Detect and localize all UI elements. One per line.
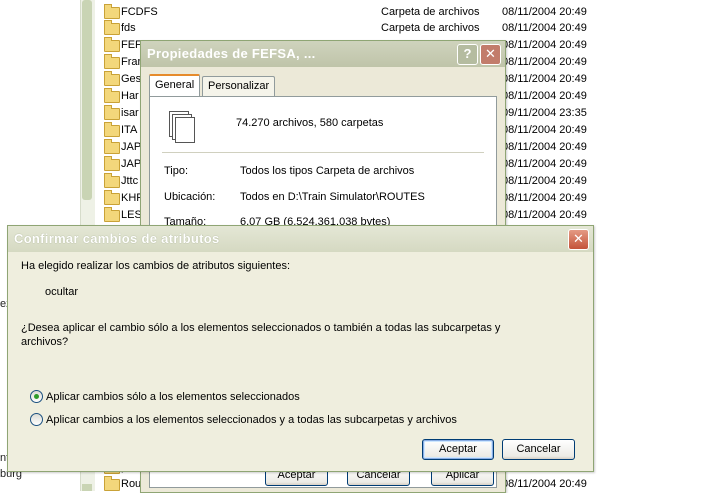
radio-button[interactable] [30,413,43,426]
multiple-files-icon [169,111,195,143]
tab-general[interactable]: General [149,74,201,97]
confirm-attribute-dialog: Confirmar cambios de atributos ✕ Ha eleg… [7,225,594,472]
file-date: 08/11/2004 20:49 [502,124,587,136]
selection-summary: 74.270 archivos, 580 carpetas [236,117,384,129]
confirm-cancel-button[interactable]: Cancelar [502,439,575,460]
file-date: 08/11/2004 20:49 [502,209,587,221]
file-row[interactable]: FCDFS Carpeta de archivos 08/11/2004 20:49 [104,4,726,21]
file-type: Carpeta de archivos [381,6,480,18]
file-name: ITA [121,124,138,136]
file-date: 08/11/2004 20:49 [502,39,587,51]
ubicacion-value: Todos en D:\Train Simulator\ROUTES [240,191,425,203]
tipo-value: Todos los tipos Carpeta de archivos [240,165,415,177]
scrollbar-thumb[interactable] [82,0,92,200]
file-name: fds [121,22,136,34]
file-date: 08/11/2004 20:49 [502,22,587,34]
file-date: 08/11/2004 20:49 [502,90,587,102]
file-name: FCDFS [121,6,158,18]
folder-icon [104,173,120,188]
close-button[interactable]: ✕ [568,229,589,250]
radio-button-checked[interactable] [30,390,43,403]
file-type: Carpeta de archivos [381,22,480,34]
folder-icon [104,88,120,103]
file-date: 08/11/2004 20:49 [502,175,587,187]
tab-personalizar[interactable]: Personalizar [202,76,276,96]
file-date: 09/11/2004 23:35 [502,107,587,119]
tipo-label: Tipo: [164,165,189,177]
file-name: LES [121,209,142,221]
folder-icon [104,139,120,154]
folder-icon [104,71,120,86]
question-text: ¿Desea aplicar el cambio sólo a los elem… [21,322,501,334]
properties-title-bar[interactable]: Propiedades de FEFSA, ... ? ✕ [141,41,505,67]
file-date: 08/11/2004 20:49 [502,56,587,68]
close-button[interactable]: ✕ [480,44,501,65]
file-date: 08/11/2004 20:49 [502,158,587,170]
ubicacion-label: Ubicación: [164,191,216,203]
file-date: 08/11/2004 20:49 [502,6,587,18]
confirm-title: Confirmar cambios de atributos [14,231,220,246]
confirm-title-bar[interactable]: Confirmar cambios de atributos ✕ [8,226,593,252]
file-name: Har [121,90,139,102]
file-name: Jttc [121,175,139,187]
folder-icon [104,476,120,491]
folder-icon [104,37,120,52]
question-text-continued: archivos? [21,336,69,348]
radio-label[interactable]: Aplicar cambios a los elementos seleccio… [46,413,457,427]
folder-icon [104,4,120,19]
file-date: 08/11/2004 20:49 [502,73,587,85]
confirm-ok-button[interactable]: Aceptar [422,439,494,460]
properties-title: Propiedades de FEFSA, ... [147,46,316,61]
file-name: Ges [121,73,142,85]
folder-icon [104,190,120,205]
file-name: JAP [121,158,142,170]
file-date: 08/11/2004 20:49 [502,141,587,153]
help-button[interactable]: ? [457,44,478,65]
file-date: 08/11/2004 20:49 [502,192,587,204]
scrollbar-thumb[interactable] [82,484,92,491]
folder-icon [104,122,120,137]
file-name: Rou [121,478,142,490]
radio-label[interactable]: Aplicar cambios sólo a los elementos sel… [46,390,300,404]
file-date: 08/11/2004 20:49 [502,478,587,490]
intro-text: Ha elegido realizar los cambios de atrib… [21,260,291,272]
file-name: FEF [121,39,142,51]
file-name: JAP [121,141,142,153]
folder-icon [104,54,120,69]
folder-icon [104,20,120,35]
file-row[interactable]: fds Carpeta de archivos 08/11/2004 20:49 [104,20,726,37]
separator [162,152,484,153]
file-name: isar [121,107,139,119]
attribute-change: ocultar [45,286,79,298]
folder-icon [104,105,120,120]
folder-icon [104,156,120,171]
folder-icon [104,207,120,222]
